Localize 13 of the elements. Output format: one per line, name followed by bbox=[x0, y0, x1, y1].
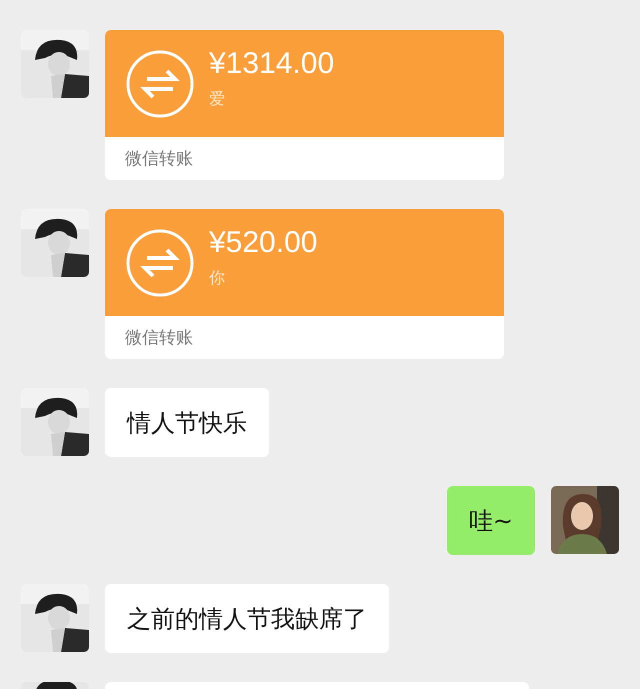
transfer-icon bbox=[125, 48, 195, 118]
transfer-card[interactable]: ¥1314.00 爱 微信转账 bbox=[105, 30, 504, 180]
transfer-note: 爱 bbox=[209, 89, 226, 110]
message-bubble: 情人节快乐 bbox=[105, 388, 269, 457]
transfer-icon bbox=[125, 228, 195, 298]
transfer-card[interactable]: ¥520.00 你 微信转账 bbox=[105, 209, 504, 359]
transfer-note: 你 bbox=[209, 268, 226, 289]
message-bubble: 之前的情人节我缺席了 bbox=[105, 584, 389, 653]
message-bubble: 哇~ bbox=[446, 486, 535, 555]
transfer-label: 微信转账 bbox=[125, 327, 193, 349]
transfer-label: 微信转账 bbox=[125, 148, 193, 170]
transfer-amount: ¥1314.00 bbox=[209, 47, 334, 81]
transfer-amount: ¥520.00 bbox=[209, 226, 318, 260]
